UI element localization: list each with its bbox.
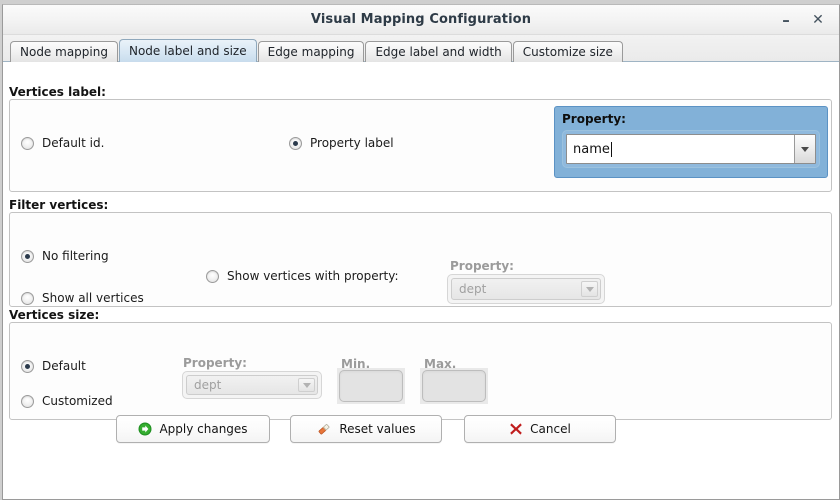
- tab-bar: Node mapping Node label and size Edge ma…: [3, 35, 839, 62]
- radio-property-label-label: Property label: [310, 136, 394, 150]
- radio-size-customized-label: Customized: [42, 394, 113, 408]
- vertices-size-group-title: Vertices size:: [9, 308, 100, 322]
- filter-property-caption: Property:: [450, 259, 514, 273]
- minimize-icon[interactable]: –: [773, 5, 799, 35]
- filter-vertices-group: No filtering Show all vertices Show vert…: [9, 212, 832, 307]
- chevron-down-icon: [581, 281, 598, 297]
- radio-indicator: [289, 136, 302, 150]
- tab-customize-size[interactable]: Customize size: [512, 41, 623, 62]
- radio-indicator: [21, 359, 34, 373]
- button-bar: Apply changes Reset values Cancel: [3, 415, 839, 495]
- vertices-label-group-title: Vertices label:: [9, 85, 106, 99]
- size-property-combo-wrapper: dept: [182, 371, 322, 399]
- reset-values-label: Reset values: [339, 422, 416, 436]
- window-title: Visual Mapping Configuration: [310, 12, 532, 27]
- size-property-combo-value: dept: [194, 378, 222, 392]
- vertices-label-property-caption: Property:: [562, 112, 626, 126]
- radio-show-vertices-with-property[interactable]: Show vertices with property:: [206, 269, 399, 283]
- min-field-wrapper: [337, 368, 405, 404]
- radio-size-default[interactable]: Default: [21, 359, 86, 373]
- filter-property-combo: dept: [451, 278, 601, 300]
- tab-node-label-and-size[interactable]: Node label and size: [118, 39, 257, 62]
- property-combo-value-text: name: [573, 141, 610, 157]
- radio-show-vertices-with-property-label: Show vertices with property:: [227, 269, 399, 283]
- title-bar: Visual Mapping Configuration – ✕: [3, 5, 839, 35]
- tab-edge-mapping[interactable]: Edge mapping: [257, 41, 365, 62]
- radio-no-filtering[interactable]: No filtering: [21, 249, 109, 263]
- eraser-pencil-icon: [316, 421, 332, 437]
- tab-edge-label-and-width[interactable]: Edge label and width: [365, 41, 512, 62]
- radio-default-id[interactable]: Default id.: [21, 136, 104, 150]
- close-icon[interactable]: ✕: [805, 5, 831, 35]
- cancel-button[interactable]: Cancel: [464, 415, 616, 443]
- radio-show-all-vertices-label: Show all vertices: [42, 291, 144, 305]
- apply-changes-label: Apply changes: [159, 422, 248, 436]
- radio-size-customized[interactable]: Customized: [21, 394, 113, 408]
- radio-indicator: [21, 291, 34, 305]
- size-property-combo: dept: [186, 375, 318, 395]
- vertices-label-property-panel: Property: name: [554, 106, 828, 178]
- apply-changes-button[interactable]: Apply changes: [116, 415, 270, 443]
- min-input: [339, 370, 403, 402]
- red-x-icon: [509, 422, 523, 436]
- content-area: Vertices label: Default id. Property lab…: [3, 62, 839, 499]
- radio-show-all-vertices[interactable]: Show all vertices: [21, 291, 144, 305]
- chevron-down-icon: [298, 378, 315, 392]
- text-caret: [610, 141, 612, 157]
- filter-property-combo-wrapper: dept: [447, 274, 605, 304]
- radio-indicator: [21, 249, 34, 263]
- tab-node-mapping[interactable]: Node mapping: [10, 41, 118, 62]
- green-arrow-circle-icon: [138, 422, 152, 436]
- reset-values-button[interactable]: Reset values: [290, 415, 442, 443]
- radio-property-label[interactable]: Property label: [289, 136, 394, 150]
- radio-size-default-label: Default: [42, 359, 86, 373]
- vertices-label-property-combo-wrapper: name: [562, 130, 820, 168]
- chevron-down-icon[interactable]: [794, 135, 815, 163]
- size-property-caption: Property:: [183, 356, 247, 370]
- max-input: [422, 370, 486, 402]
- radio-indicator: [206, 269, 219, 283]
- max-field-wrapper: [420, 368, 488, 404]
- cancel-label: Cancel: [530, 422, 571, 436]
- radio-no-filtering-label: No filtering: [42, 249, 109, 263]
- vertices-label-property-combo[interactable]: name: [566, 134, 816, 164]
- radio-default-id-label: Default id.: [42, 136, 105, 150]
- radio-indicator: [21, 136, 34, 150]
- filter-vertices-group-title: Filter vertices:: [9, 198, 109, 212]
- visual-mapping-configuration-window: Visual Mapping Configuration – ✕ Node ma…: [2, 4, 840, 500]
- radio-indicator: [21, 394, 34, 408]
- filter-property-combo-value: dept: [459, 282, 487, 296]
- property-combo-input[interactable]: name: [567, 135, 794, 163]
